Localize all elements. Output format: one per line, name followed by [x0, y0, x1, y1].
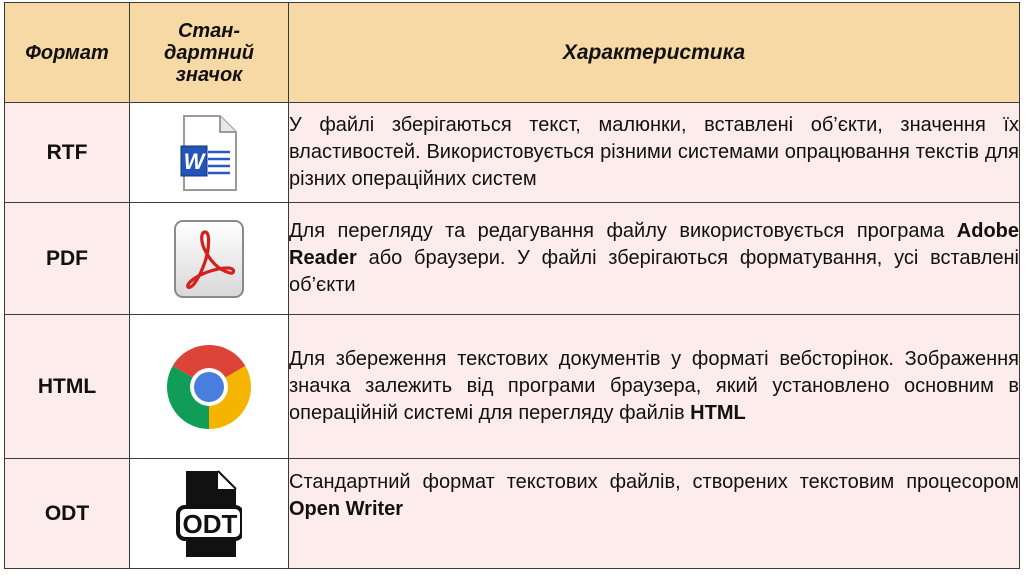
icon-cell: ODT — [129, 458, 289, 569]
header-icon-line-1: Стан- — [177, 19, 241, 42]
desc-bold: Open Writer — [289, 498, 404, 520]
icon-cell — [129, 314, 289, 459]
adobe-reader-icon — [174, 219, 244, 298]
format-cell: RTF — [4, 102, 130, 203]
desc-text: Для перегляду та редагування файлу викор… — [289, 220, 957, 242]
description-cell: Для перегляду та редагування файлу викор… — [288, 202, 1020, 315]
desc-text: Стандартний формат текстових файлів, ств… — [289, 471, 1019, 493]
desc-text: або браузери. У файлі зберігаються форма… — [289, 247, 1019, 296]
header-row: Формат Стан- дартний значок Характеристи… — [4, 2, 1020, 103]
table-row: PDF Для перегляду та редагування файлу в… — [4, 202, 1020, 315]
icon-cell — [129, 202, 289, 315]
header-characteristic: Характеристика — [288, 2, 1020, 103]
format-cell: HTML — [4, 314, 130, 459]
svg-text:W: W — [184, 149, 207, 174]
header-icon-line-2: дартний — [164, 41, 254, 64]
table-row: RTF W У файлі зберігаються текст, малюнк… — [4, 102, 1020, 203]
icon-cell: W — [129, 102, 289, 203]
header-format: Формат — [4, 2, 130, 103]
word-document-icon: W — [180, 114, 237, 191]
header-icon: Стан- дартний значок — [129, 2, 289, 103]
header-icon-line-3: значок — [175, 63, 243, 86]
svg-text:ODT: ODT — [183, 509, 238, 539]
description-cell: Для збереження текстових документів у фо… — [288, 314, 1020, 459]
desc-text: Для збереження текстових документів у фо… — [289, 348, 1019, 424]
table-row: ODT ODT Стандартний формат текстових фай… — [4, 458, 1020, 569]
format-cell: ODT — [4, 458, 130, 569]
formats-table: Формат Стан- дартний значок Характеристи… — [4, 2, 1020, 569]
desc-bold: HTML — [690, 402, 746, 424]
description-cell: Стандартний формат текстових файлів, ств… — [288, 458, 1020, 569]
odt-file-icon: ODT — [176, 469, 242, 557]
chrome-browser-icon — [167, 344, 251, 429]
format-cell: PDF — [4, 202, 130, 315]
desc-text: У файлі зберігаються текст, малюнки, вст… — [289, 114, 1019, 190]
table-row: HTML Для збереження текстових документів… — [4, 314, 1020, 459]
description-cell: У файлі зберігаються текст, малюнки, вст… — [288, 102, 1020, 203]
